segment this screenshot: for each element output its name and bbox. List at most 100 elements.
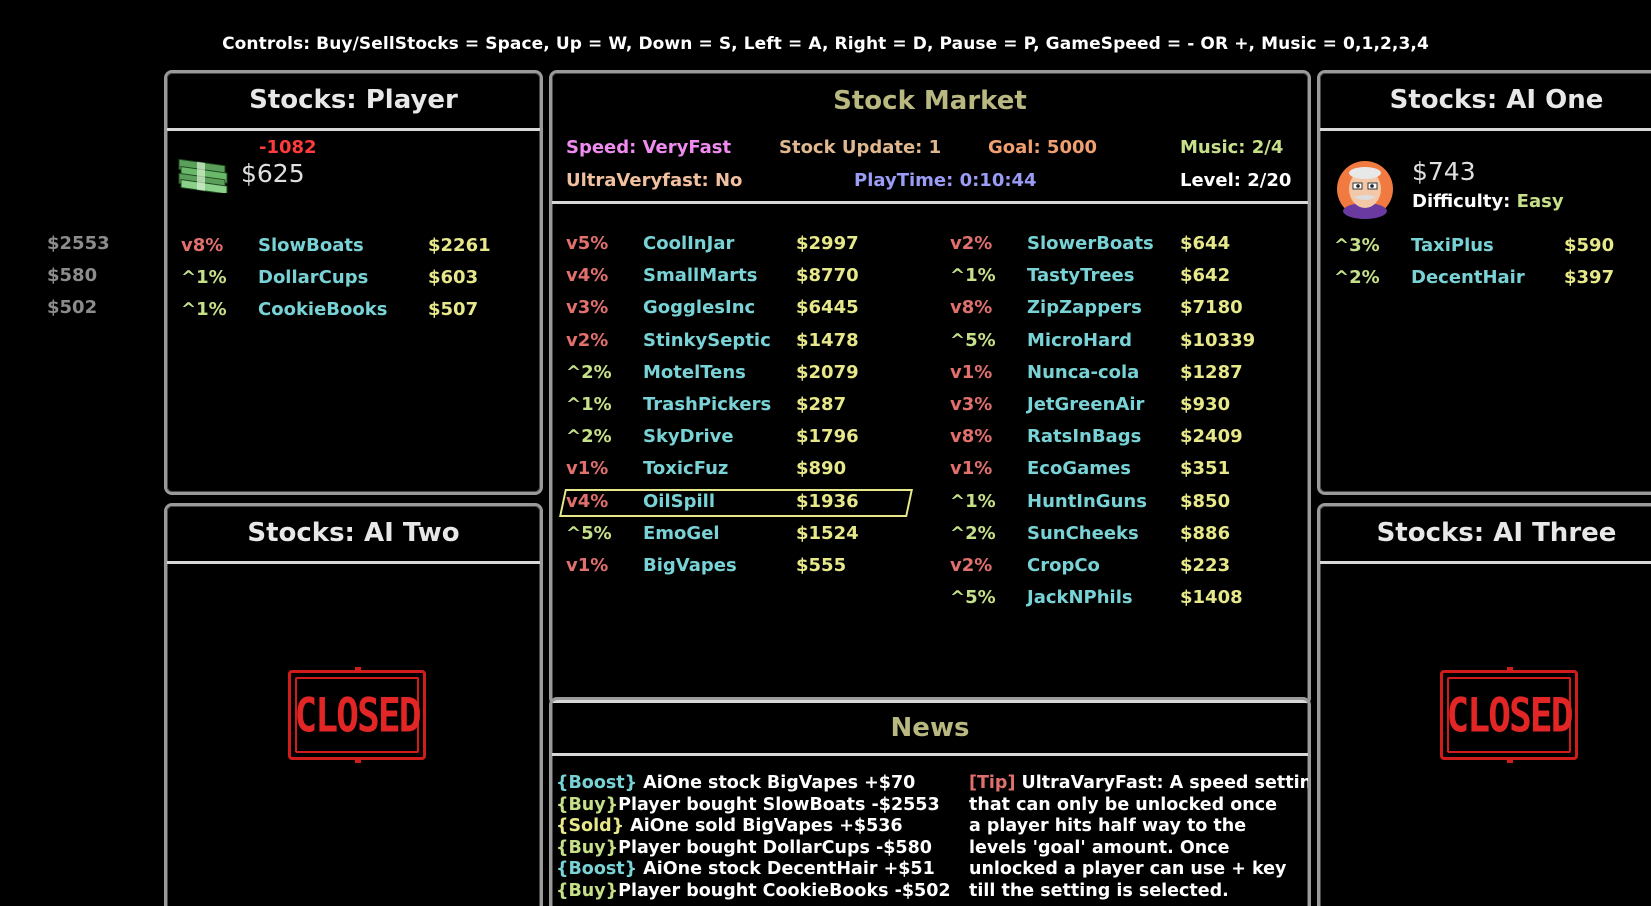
stock-price: $890 [796, 458, 847, 480]
stock-price: $1287 [1180, 361, 1243, 383]
stock-row[interactable]: v2% SlowerBoats $644 [950, 233, 1308, 259]
tip-text-line: unlocked a player can use + key [969, 859, 1287, 879]
stock-change: v1% [566, 555, 609, 576]
stock-change: ^5% [566, 522, 612, 544]
stock-price: $2079 [796, 361, 859, 383]
stock-row[interactable]: v4% SmallMarts $8770 [566, 265, 946, 291]
news-tag: {Buy} [556, 837, 619, 858]
stock-row[interactable]: v3% GogglesInc $6445 [566, 297, 946, 323]
stock-price: $223 [1180, 555, 1231, 576]
stock-row[interactable]: ^2% MotelTens $2079 [566, 362, 946, 388]
stock-change: v5% [566, 233, 609, 254]
stock-price: $397 [1564, 267, 1615, 288]
stock-row[interactable]: v3% JetGreenAir $930 [950, 394, 1308, 420]
stock-name: JackNPhils [1027, 587, 1133, 609]
stock-change: v1% [950, 361, 993, 383]
stock-change: v3% [566, 297, 609, 319]
goal-status: Goal: 5000 [988, 137, 1098, 158]
stock-row[interactable]: v4% OilSpill $1936 [566, 491, 946, 517]
stock-row[interactable]: v2% CropCo $223 [950, 555, 1308, 581]
closed-sign-text: CLOSED [1446, 687, 1573, 743]
stock-row[interactable]: ^5% MicroHard $10339 [950, 329, 1308, 356]
tip-text-line: that can only be unlocked once [969, 794, 1277, 815]
tip-line: that can only be unlocked once [969, 795, 1277, 815]
stock-price: $590 [1564, 235, 1615, 256]
tip-text-line: levels 'goal' amount. Once [969, 837, 1230, 858]
stock-row[interactable]: v1% ToxicFuz $890 [566, 458, 946, 484]
stock-row[interactable]: ^3% TaxiPlus $590 [1334, 235, 1651, 261]
ai-three-stocks-panel: Stocks: AI Three CLOSED [1317, 503, 1651, 906]
news-tag: {Boost} [556, 773, 638, 793]
stock-row[interactable]: v2% StinkySeptic $1478 [566, 330, 946, 356]
news-item: {Buy}Player bought DollarCups -$580 [556, 838, 932, 858]
stock-name: SunCheeks [1027, 522, 1139, 544]
stock-change: v4% [566, 490, 609, 512]
stock-change: ^1% [566, 394, 612, 415]
stock-name: BigVapes [643, 555, 737, 576]
stock-name: CoolInJar [643, 233, 735, 254]
stock-row[interactable]: ^1% HuntInGuns $850 [950, 490, 1308, 517]
stock-row[interactable]: v1% BigVapes $555 [566, 555, 946, 581]
stock-change: ^2% [1334, 267, 1380, 288]
stock-row[interactable]: ^2% DecentHair $397 [1334, 267, 1651, 293]
stock-row[interactable]: ^1% CookieBooks $507 [181, 299, 540, 325]
ai-one-panel-title: Stocks: AI One [1389, 85, 1604, 115]
stock-row[interactable]: v5% CoolInJar $2997 [566, 233, 946, 259]
money-stack-icon [178, 158, 228, 193]
stock-name: TaxiPlus [1411, 235, 1494, 256]
stock-row[interactable]: v8% SlowBoats $2261 [181, 235, 540, 261]
music-status: Music: 2/4 [1180, 137, 1284, 158]
closed-sign-icon: CLOSED [288, 667, 426, 763]
player-money: $625 [241, 159, 305, 188]
stock-row[interactable]: ^5% EmoGel $1524 [566, 523, 946, 549]
speed-status: Speed: VeryFast [566, 137, 732, 158]
stock-price: $2261 [428, 235, 491, 256]
stock-price: $1478 [796, 329, 859, 351]
stock-row[interactable]: ^1% TrashPickers $287 [566, 394, 946, 420]
stock-change: v1% [566, 458, 609, 480]
stock-price: $7180 [1180, 297, 1243, 319]
ai-two-panel-title: Stocks: AI Two [247, 518, 460, 548]
stock-row[interactable]: ^1% TastyTrees $642 [950, 265, 1308, 291]
stock-row[interactable]: v8% RatsInBags $2409 [950, 426, 1308, 452]
stock-change: v8% [950, 426, 993, 448]
stock-change: ^5% [950, 329, 996, 351]
stock-name: ZipZappers [1027, 297, 1142, 319]
stock-row[interactable]: ^5% JackNPhils $1408 [950, 587, 1308, 613]
stock-name: StinkySeptic [643, 329, 771, 351]
stock-name: TrashPickers [643, 394, 772, 415]
stock-row[interactable]: ^2% SkyDrive $1796 [566, 426, 946, 452]
level-status: Level: 2/20 [1180, 170, 1292, 191]
stock-change: ^2% [566, 426, 612, 448]
news-title: News [890, 713, 970, 743]
tip-tag: [Tip] [969, 773, 1016, 793]
stock-row[interactable]: v1% Nunca-cola $1287 [950, 361, 1308, 388]
stock-change: v2% [566, 329, 609, 351]
stock-row[interactable]: v1% EcoGames $351 [950, 458, 1308, 484]
stock-price: $930 [1180, 394, 1231, 415]
stock-name: JetGreenAir [1027, 394, 1145, 415]
stock-price: $1936 [796, 490, 859, 512]
ai-one-avatar-icon [1337, 161, 1393, 219]
news-item: {Boost} AiOne stock DecentHair +$51 [556, 859, 935, 879]
stock-name: CookieBooks [258, 299, 388, 320]
news-item: {Boost} AiOne stock BigVapes +$70 [556, 773, 915, 793]
stock-row[interactable]: v8% ZipZappers $7180 [950, 297, 1308, 323]
stock-price: $850 [1180, 490, 1231, 512]
stock-name: MotelTens [643, 361, 746, 383]
ai-three-panel-title: Stocks: AI Three [1376, 518, 1617, 548]
stock-name: SlowBoats [258, 235, 364, 256]
news-text: Player bought DollarCups -$580 [618, 837, 932, 858]
bought-price: $502 [47, 297, 98, 318]
stock-change: v4% [566, 265, 609, 287]
stock-name: Nunca-cola [1027, 361, 1140, 383]
stock-price: $1408 [1180, 587, 1243, 609]
stock-name: EmoGel [643, 522, 720, 544]
ai-one-money: $743 [1412, 157, 1476, 186]
stock-change: v8% [950, 297, 993, 319]
ai-two-stocks-panel: Stocks: AI Two CLOSED [164, 503, 543, 906]
stock-row[interactable]: ^2% SunCheeks $886 [950, 522, 1308, 549]
stock-price: $642 [1180, 265, 1231, 287]
stock-row[interactable]: ^1% DollarCups $603 [181, 267, 540, 293]
stock-price: $603 [428, 267, 479, 288]
